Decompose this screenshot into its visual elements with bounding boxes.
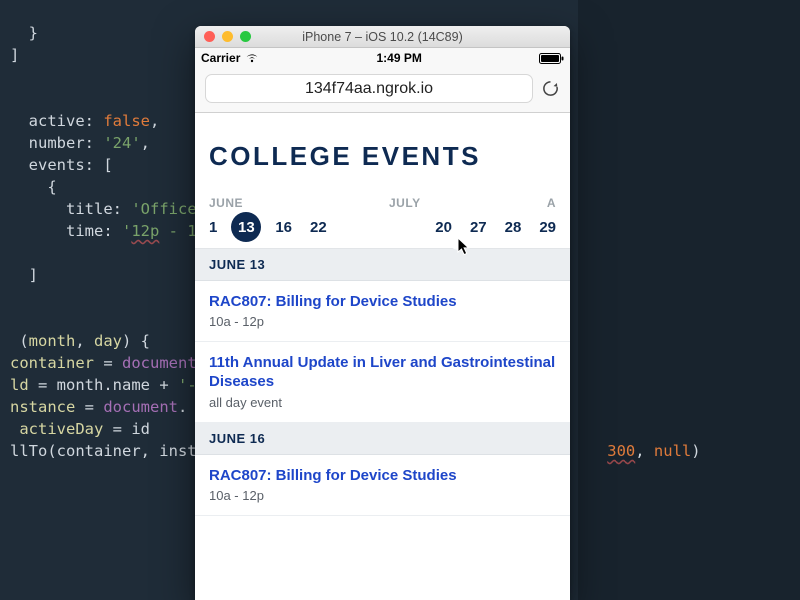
month-label: A bbox=[547, 196, 556, 210]
section-header: JUNE 16 bbox=[195, 423, 570, 455]
day-chip[interactable]: 27 bbox=[470, 219, 487, 236]
month-label: JUNE bbox=[209, 196, 329, 210]
section-header: JUNE 13 bbox=[195, 249, 570, 281]
code-key: active bbox=[10, 112, 85, 130]
code-key: number bbox=[10, 134, 85, 152]
code-string: '24' bbox=[103, 134, 140, 152]
window-title: iPhone 7 – iOS 10.2 (14C89) bbox=[195, 30, 570, 44]
day-chip[interactable]: 20 bbox=[435, 219, 452, 236]
month-label: JULY bbox=[389, 196, 421, 210]
event-time: 10a - 12p bbox=[209, 488, 556, 503]
day-chip[interactable]: 1 bbox=[209, 219, 217, 236]
traffic-lights bbox=[195, 31, 251, 42]
minimize-button[interactable] bbox=[222, 31, 233, 42]
event-time: 10a - 12p bbox=[209, 314, 556, 329]
url-field[interactable]: 134f74aa.ngrok.io bbox=[205, 74, 533, 103]
window-titlebar[interactable]: iPhone 7 – iOS 10.2 (14C89) bbox=[195, 26, 570, 48]
day-chip[interactable]: 28 bbox=[505, 219, 522, 236]
code-line: { bbox=[10, 178, 57, 196]
ios-simulator-window: iPhone 7 – iOS 10.2 (14C89) Carrier 1:49… bbox=[195, 26, 570, 600]
event-time: all day event bbox=[209, 395, 556, 410]
event-title: 11th Annual Update in Liver and Gastroin… bbox=[209, 353, 556, 391]
code-key: title bbox=[10, 200, 113, 218]
day-chip[interactable]: 16 bbox=[275, 219, 292, 236]
code-key: time bbox=[10, 222, 103, 240]
zoom-button[interactable] bbox=[240, 31, 251, 42]
event-item[interactable]: RAC807: Billing for Device Studies 10a -… bbox=[195, 455, 570, 516]
event-title: RAC807: Billing for Device Studies bbox=[209, 466, 556, 485]
event-item[interactable]: 11th Annual Update in Liver and Gastroin… bbox=[195, 342, 570, 422]
event-item[interactable]: RAC807: Billing for Device Studies 10a -… bbox=[195, 281, 570, 342]
date-picker-strip[interactable]: 1 13 16 22 20 27 28 29 bbox=[195, 210, 570, 249]
day-chip[interactable]: 22 bbox=[310, 219, 327, 236]
page-title: COLLEGE EVENTS bbox=[195, 141, 570, 172]
reload-icon[interactable] bbox=[541, 79, 560, 98]
webapp-content: COLLEGE EVENTS JUNE JULY A 1 13 16 22 20… bbox=[195, 113, 570, 600]
carrier-label: Carrier bbox=[201, 51, 240, 65]
day-chip-selected[interactable]: 13 bbox=[231, 212, 261, 242]
code-line: ] bbox=[10, 46, 19, 64]
code-key: events bbox=[10, 156, 85, 174]
code-string: 'Office bbox=[131, 200, 196, 218]
battery-icon bbox=[539, 53, 564, 64]
wifi-icon bbox=[245, 53, 259, 63]
status-clock: 1:49 PM bbox=[377, 51, 422, 65]
close-button[interactable] bbox=[204, 31, 215, 42]
months-row: JUNE JULY A bbox=[195, 172, 570, 210]
ios-status-bar: Carrier 1:49 PM bbox=[195, 48, 570, 68]
day-chip[interactable]: 29 bbox=[539, 219, 556, 236]
url-text: 134f74aa.ngrok.io bbox=[305, 80, 433, 98]
code-line: ] bbox=[10, 266, 38, 284]
code-bool: false bbox=[103, 112, 150, 130]
event-title: RAC807: Billing for Device Studies bbox=[209, 292, 556, 311]
safari-url-toolbar: 134f74aa.ngrok.io bbox=[195, 68, 570, 113]
code-line: } bbox=[10, 24, 38, 42]
